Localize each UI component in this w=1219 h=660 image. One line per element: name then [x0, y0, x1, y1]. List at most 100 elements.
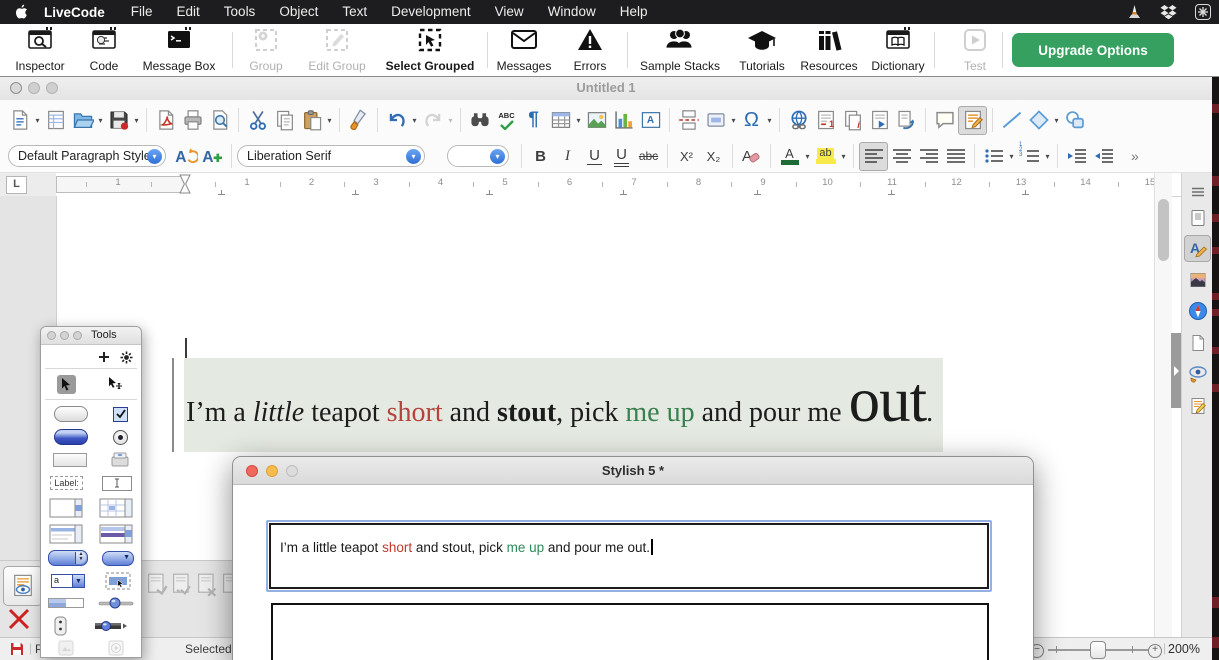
subscript-button[interactable]: X₂ [700, 143, 727, 170]
button-tool[interactable] [54, 406, 88, 422]
font-color-button[interactable]: A [776, 143, 803, 170]
image-area-tool[interactable] [105, 572, 131, 590]
increase-indent-button[interactable] [1063, 143, 1090, 170]
chevron-down-icon[interactable] [729, 116, 738, 125]
page-break-button[interactable] [675, 107, 702, 134]
dropdown-menu-tool[interactable]: ▼ [102, 551, 134, 566]
chevron-down-icon[interactable] [803, 152, 812, 161]
align-right-button[interactable] [915, 143, 942, 170]
unsaved-changes-icon[interactable] [10, 642, 24, 656]
toolbar-overflow-button[interactable]: » [1131, 148, 1139, 164]
print-button[interactable] [179, 107, 206, 134]
stylish-titlebar[interactable]: Stylish 5 * [233, 457, 1033, 485]
align-center-button[interactable] [888, 143, 915, 170]
shutter-icon[interactable] [1195, 4, 1211, 20]
sidebar-tab-page[interactable] [1185, 330, 1210, 355]
browse-tool[interactable] [57, 375, 76, 394]
palette-zoom-button[interactable] [73, 331, 82, 340]
track-changes-button[interactable] [958, 106, 987, 135]
drawer-tool[interactable] [110, 452, 130, 468]
upgrade-options-button[interactable]: Upgrade Options [1012, 33, 1174, 67]
player-tool[interactable] [94, 619, 128, 633]
highlight-color-button[interactable]: ab [812, 143, 839, 170]
palette-close-button[interactable] [47, 331, 56, 340]
menu-item-window[interactable]: Window [536, 0, 608, 24]
palette-minimize-button[interactable] [60, 331, 69, 340]
default-button-tool[interactable] [54, 429, 88, 445]
zoom-in-button[interactable]: + [1148, 644, 1162, 658]
insert-bookmark-button[interactable] [866, 107, 893, 134]
vlc-icon[interactable] [1127, 4, 1142, 20]
graphic-tool[interactable] [58, 640, 74, 656]
sidebar-settings-button[interactable] [1185, 179, 1210, 204]
chevron-down-icon[interactable] [574, 116, 583, 125]
insert-chart-button[interactable] [610, 107, 637, 134]
scrollbar-thumb[interactable] [1158, 199, 1169, 261]
spelling-button[interactable]: ABC [493, 107, 520, 134]
cross-reference-button[interactable] [893, 107, 920, 134]
sidebar-tab-properties[interactable] [1185, 205, 1210, 230]
numbered-list-button[interactable]: 123 [1016, 143, 1043, 170]
hyperlink-button[interactable] [785, 107, 812, 134]
export-pdf-button[interactable] [152, 107, 179, 134]
chevron-down-icon[interactable] [132, 116, 141, 125]
menu-item-file[interactable]: File [119, 0, 165, 24]
chevron-down-icon[interactable] [1043, 152, 1052, 161]
update-style-button[interactable]: A [172, 143, 199, 170]
apple-menu[interactable] [0, 4, 38, 20]
font-name-select[interactable]: Liberation Serif [237, 145, 425, 167]
decrease-indent-button[interactable] [1090, 143, 1117, 170]
formatting-marks-button[interactable]: ¶ [520, 107, 547, 134]
copy-button[interactable] [271, 107, 298, 134]
clone-formatting-button[interactable] [345, 107, 372, 134]
indent-marker[interactable] [179, 174, 191, 194]
errors-button[interactable]: Errors [544, 27, 636, 73]
special-character-button[interactable]: Ω [738, 107, 765, 134]
superscript-button[interactable]: X² [673, 143, 700, 170]
player-object-tool[interactable] [108, 640, 124, 656]
chevron-down-icon[interactable] [765, 116, 774, 125]
redo-button[interactable] [419, 107, 446, 134]
option-menu-tool[interactable]: ▲▼ [48, 550, 88, 566]
insert-field-button[interactable] [702, 107, 729, 134]
chevron-down-icon[interactable] [33, 116, 42, 125]
new-style-button[interactable]: A [199, 143, 226, 170]
print-preview-button[interactable] [206, 107, 233, 134]
scrolling-field-tool[interactable] [49, 498, 83, 518]
bold-button[interactable]: B [527, 143, 554, 170]
bullet-list-button[interactable] [980, 143, 1007, 170]
combobox-tool[interactable]: a▼ [51, 574, 85, 588]
chevron-down-icon[interactable] [839, 152, 848, 161]
insert-image-button[interactable] [583, 107, 610, 134]
insert-footnote-button[interactable]: 1 [812, 107, 839, 134]
sidebar-tab-navigator[interactable] [1185, 298, 1210, 323]
tab-stop-selector[interactable]: L [6, 176, 27, 194]
align-left-button[interactable] [859, 142, 888, 171]
sidebar-tab-accessibility-check[interactable] [1185, 361, 1210, 386]
zoom-slider-thumb[interactable] [1090, 641, 1106, 659]
insert-textbox-button[interactable]: A [637, 107, 664, 134]
open-button[interactable] [69, 107, 96, 134]
underline-button[interactable]: U [581, 143, 608, 170]
styled-text-field-focused[interactable]: I’m a little teapot short and stout, pic… [266, 520, 992, 592]
basic-shapes-button[interactable] [1025, 107, 1052, 134]
insert-endnote-button[interactable]: i [839, 107, 866, 134]
menu-item-edit[interactable]: Edit [165, 0, 212, 24]
select-grouped-button[interactable]: Select Grouped [384, 27, 476, 73]
empty-text-field[interactable] [271, 603, 989, 660]
insert-line-button[interactable] [998, 107, 1025, 134]
templates-button[interactable] [42, 107, 69, 134]
slider-tool[interactable] [98, 596, 134, 610]
show-track-changes-button[interactable] [3, 566, 43, 606]
insert-table-button[interactable] [547, 107, 574, 134]
paragraph-style-select[interactable]: Default Paragraph Style [8, 145, 166, 167]
reject-change-icon[interactable] [196, 573, 218, 597]
menu-item-help[interactable]: Help [608, 0, 660, 24]
new-document-button[interactable] [6, 107, 33, 134]
undo-button[interactable] [383, 107, 410, 134]
sample-stacks-button[interactable]: Sample Stacks [634, 27, 726, 73]
vertical-scrollbar[interactable] [1154, 173, 1172, 637]
font-size-select[interactable] [447, 145, 509, 167]
menu-item-object[interactable]: Object [267, 0, 330, 24]
list-field-tool[interactable] [49, 524, 83, 544]
